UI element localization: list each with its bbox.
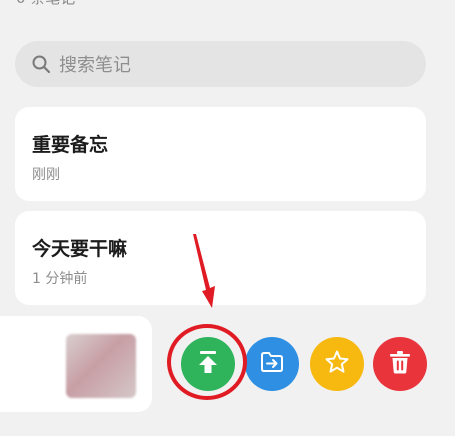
search-placeholder: 搜索笔记 [59, 55, 131, 76]
note-time: 刚刚 [32, 167, 60, 183]
note-thumbnail [66, 334, 136, 398]
trash-icon [386, 348, 414, 380]
favorite-button[interactable] [310, 337, 364, 391]
highlight-circle [167, 324, 247, 400]
folder-move-icon [258, 348, 286, 380]
swiped-note-card[interactable] [0, 316, 152, 412]
delete-button[interactable] [373, 337, 427, 391]
search-bar[interactable]: 搜索笔记 [15, 41, 426, 87]
notes-screen: 0 条笔记 搜索笔记 重要备忘 刚刚 今天要干嘛 1 分钟前 [0, 0, 455, 436]
search-icon [30, 53, 52, 75]
star-icon [323, 348, 351, 380]
notes-count: 0 条笔记 [16, 0, 75, 8]
note-time: 1 分钟前 [32, 271, 88, 287]
move-to-folder-button[interactable] [245, 337, 299, 391]
note-title: 今天要干嘛 [32, 238, 128, 260]
note-title: 重要备忘 [32, 134, 109, 156]
note-card[interactable]: 重要备忘 刚刚 [15, 107, 426, 201]
red-arrow-annotation [193, 234, 215, 308]
